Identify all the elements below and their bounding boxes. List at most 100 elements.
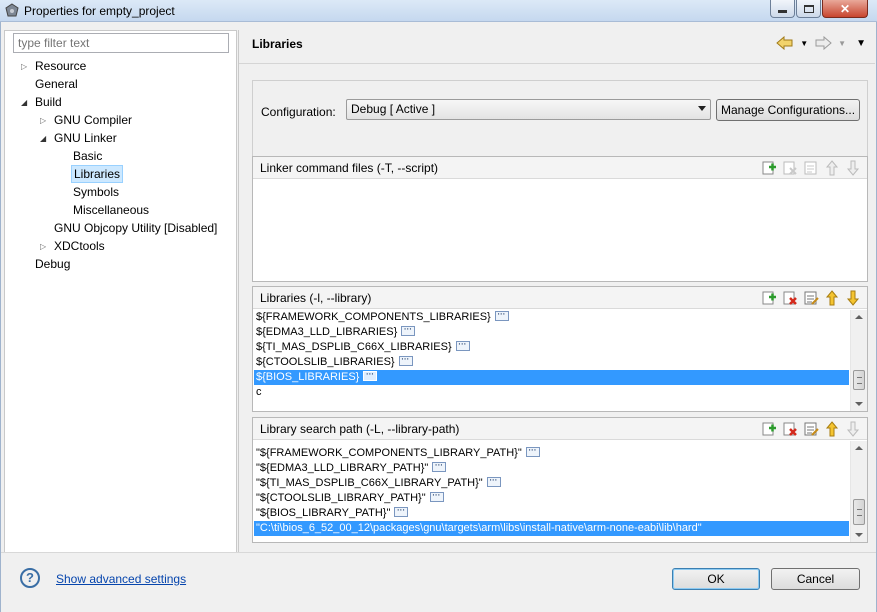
- variables-button[interactable]: [494, 307, 509, 322]
- panel-title: Library search path (-L, --library-path): [260, 422, 460, 436]
- tree-item-miscellaneous[interactable]: Miscellaneous: [73, 201, 149, 219]
- variables-button[interactable]: [432, 458, 447, 473]
- window-title: Properties for empty_project: [24, 4, 175, 18]
- list-item-text: c: [256, 386, 262, 398]
- list-item[interactable]: "${BIOS_LIBRARY_PATH}": [254, 503, 849, 521]
- filter-input[interactable]: [13, 33, 229, 53]
- list-item-text: ${FRAMEWORK_COMPONENTS_LIBRARIES}: [256, 311, 491, 323]
- scroll-up-icon[interactable]: [855, 446, 863, 450]
- edit-icon[interactable]: [803, 160, 819, 176]
- window-title-bar: Properties for empty_project ✕: [0, 0, 877, 22]
- scroll-down-icon[interactable]: [855, 402, 863, 406]
- list-item[interactable]: ${CTOOLSLIB_LIBRARIES}: [254, 352, 849, 370]
- back-arrow-icon[interactable]: [776, 36, 794, 50]
- scroll-thumb[interactable]: [853, 499, 865, 525]
- ok-button[interactable]: OK: [672, 568, 760, 590]
- back-dropdown-icon[interactable]: ▼: [800, 39, 808, 48]
- list-item[interactable]: "${CTOOLSLIB_LIBRARY_PATH}": [254, 488, 849, 506]
- delete-icon[interactable]: [782, 421, 798, 437]
- tree-item-symbols[interactable]: Symbols: [73, 183, 119, 201]
- expand-arrow-icon[interactable]: ▷: [40, 116, 50, 126]
- variables-button[interactable]: [401, 322, 416, 337]
- panel-header: Library search path (-L, --library-path): [253, 418, 867, 440]
- variables-button[interactable]: [398, 352, 413, 367]
- tree-item-gnu-linker[interactable]: GNU Linker: [54, 129, 117, 147]
- show-advanced-settings-link[interactable]: Show advanced settings: [56, 572, 186, 586]
- move-down-icon[interactable]: [845, 160, 861, 176]
- list-item-text: "${BIOS_LIBRARY_PATH}": [256, 507, 391, 519]
- header-separator: [239, 63, 875, 64]
- delete-icon[interactable]: [782, 160, 798, 176]
- tree-item-gnu-objcopy[interactable]: GNU Objcopy Utility [Disabled]: [54, 219, 217, 237]
- tree-item-resource[interactable]: Resource: [35, 57, 86, 75]
- expand-arrow-icon[interactable]: ▷: [21, 62, 31, 72]
- add-icon[interactable]: [761, 160, 777, 176]
- tree-item-general[interactable]: General: [35, 75, 78, 93]
- add-icon[interactable]: [761, 421, 777, 437]
- help-icon[interactable]: ?: [20, 568, 40, 588]
- move-up-icon[interactable]: [824, 290, 840, 306]
- variables-button[interactable]: [525, 443, 540, 458]
- move-up-icon[interactable]: [824, 160, 840, 176]
- close-button[interactable]: ✕: [822, 0, 868, 18]
- delete-icon[interactable]: [782, 290, 798, 306]
- libraries-panel: Libraries (-l, --library) ${FRAMEWORK_CO…: [252, 286, 868, 412]
- collapse-arrow-icon[interactable]: ◢: [40, 134, 50, 144]
- list-item[interactable]: c: [254, 385, 849, 400]
- view-menu-icon[interactable]: ▼: [856, 38, 866, 49]
- panel-toolbar: [761, 421, 861, 437]
- variables-button[interactable]: [455, 337, 470, 352]
- move-down-icon[interactable]: [845, 421, 861, 437]
- tree-item-gnu-compiler[interactable]: GNU Compiler: [54, 111, 132, 129]
- edit-icon[interactable]: [803, 290, 819, 306]
- configuration-select[interactable]: Debug [ Active ]: [346, 99, 711, 120]
- tree-item-basic[interactable]: Basic: [73, 147, 102, 165]
- tree-item-build[interactable]: Build: [35, 93, 62, 111]
- collapse-arrow-icon[interactable]: ◢: [21, 98, 31, 108]
- close-icon: ✕: [839, 1, 851, 16]
- app-icon: [5, 3, 19, 17]
- maximize-button[interactable]: [796, 0, 821, 18]
- variables-button[interactable]: [429, 488, 444, 503]
- list-item[interactable]: ${TI_MAS_DSPLIB_C66X_LIBRARIES}: [254, 337, 849, 355]
- forward-dropdown-icon[interactable]: ▼: [838, 39, 846, 48]
- scroll-thumb[interactable]: [853, 370, 865, 390]
- variables-button[interactable]: [486, 473, 501, 488]
- list-item[interactable]: "${TI_MAS_DSPLIB_C66X_LIBRARY_PATH}": [254, 473, 849, 491]
- list-item[interactable]: ${FRAMEWORK_COMPONENTS_LIBRARIES}: [254, 307, 849, 325]
- variables-button[interactable]: [363, 367, 378, 382]
- configuration-value: Debug [ Active ]: [351, 102, 436, 116]
- panel-title: Linker command files (-T, --script): [260, 161, 439, 175]
- minimize-button[interactable]: [770, 0, 795, 18]
- edit-icon[interactable]: [803, 421, 819, 437]
- expand-arrow-icon[interactable]: ▷: [40, 242, 50, 252]
- tree-item-libraries[interactable]: Libraries: [71, 165, 124, 183]
- list-item-selected[interactable]: ${BIOS_LIBRARIES}: [254, 367, 849, 385]
- libraries-scrollbar[interactable]: [850, 310, 867, 411]
- list-item-text: ${TI_MAS_DSPLIB_C66X_LIBRARIES}: [256, 341, 452, 353]
- panel-toolbar: [761, 160, 861, 176]
- page-nav-toolbar: ▼ ▼ ▼: [776, 36, 866, 50]
- list-item-text: ${EDMA3_LLD_LIBRARIES}: [256, 326, 398, 338]
- forward-arrow-icon[interactable]: [814, 36, 832, 50]
- list-item-text: "${EDMA3_LLD_LIBRARY_PATH}": [256, 462, 429, 474]
- variables-button[interactable]: [394, 503, 409, 518]
- move-down-icon[interactable]: [845, 290, 861, 306]
- configuration-group: Configuration: Debug [ Active ] Manage C…: [252, 80, 868, 160]
- list-item[interactable]: "${FRAMEWORK_COMPONENTS_LIBRARY_PATH}": [254, 443, 849, 461]
- list-item[interactable]: ${EDMA3_LLD_LIBRARIES}: [254, 322, 849, 340]
- library-search-path-panel: Library search path (-L, --library-path)…: [252, 417, 868, 543]
- tree-item-debug[interactable]: Debug: [35, 255, 70, 273]
- scroll-down-icon[interactable]: [855, 533, 863, 537]
- panel-toolbar: [761, 290, 861, 306]
- move-up-icon[interactable]: [824, 421, 840, 437]
- list-item-selected[interactable]: "C:\ti\bios_6_52_00_12\packages\gnu\targ…: [254, 521, 849, 536]
- cancel-button[interactable]: Cancel: [771, 568, 860, 590]
- manage-configurations-button[interactable]: Manage Configurations...: [716, 99, 860, 121]
- search-path-scrollbar[interactable]: [850, 441, 867, 542]
- add-icon[interactable]: [761, 290, 777, 306]
- list-item[interactable]: "${EDMA3_LLD_LIBRARY_PATH}": [254, 458, 849, 476]
- scroll-up-icon[interactable]: [855, 315, 863, 319]
- panel-header: Libraries (-l, --library): [253, 287, 867, 309]
- tree-item-xdctools[interactable]: XDCtools: [54, 237, 105, 255]
